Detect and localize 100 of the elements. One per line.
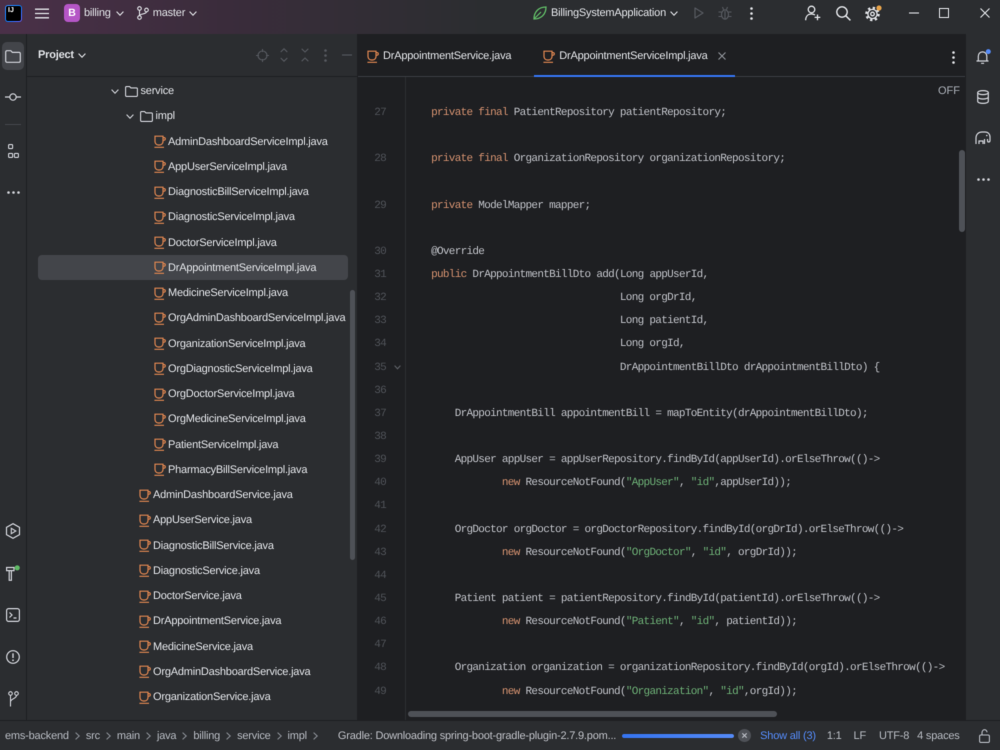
commit-icon: [5, 93, 21, 101]
breadcrumb-item[interactable]: service: [237, 730, 271, 742]
code-line: new ResourceNotFound("Organization", "id",orgId));: [502, 686, 798, 698]
minimize-icon[interactable]: [909, 12, 919, 14]
code-line: @Override: [431, 246, 484, 258]
line-separator[interactable]: LF: [854, 730, 866, 742]
tree-item[interactable]: DiagnosticBillServiceImpl.java: [154, 179, 309, 205]
chevron-down-icon: [116, 10, 124, 16]
chevron-down-icon: [670, 10, 678, 16]
tree-item[interactable]: OrgDiagnosticServiceImpl.java: [154, 356, 313, 382]
java-file-icon: [154, 160, 166, 174]
more-vertical-icon[interactable]: [750, 6, 752, 20]
tree-item[interactable]: DoctorService.java: [139, 583, 242, 609]
chevron-down-icon: [78, 52, 86, 58]
breadcrumb-item[interactable]: impl: [288, 730, 307, 742]
structure-icon: [8, 144, 18, 158]
close-icon[interactable]: [718, 52, 726, 60]
fold-chevron-icon[interactable]: [394, 365, 401, 370]
code-line: private final OrganizationRepository organizationRepository;: [431, 153, 786, 166]
tree-item[interactable]: OrgDoctorServiceImpl.java: [154, 381, 294, 407]
leaf-icon: [532, 6, 547, 20]
tool-window-button[interactable]: [2, 42, 24, 70]
java-file-icon: [139, 614, 151, 628]
add-user-icon[interactable]: [805, 5, 821, 21]
tree-item[interactable]: AdminDashboardServiceImpl.java: [154, 128, 328, 154]
tree-item[interactable]: AppUserService.java: [139, 508, 252, 533]
tree-item[interactable]: OrganizationServiceImpl.java: [154, 330, 306, 356]
tree-item[interactable]: OrgMedicineServiceImpl.java: [154, 406, 306, 432]
java-file-icon: [543, 50, 556, 62]
exclamation-circle-icon: [6, 650, 20, 664]
tree-item[interactable]: OrgAdminDashboardServiceImpl.java: [154, 306, 346, 331]
editor-tab[interactable]: DrAppointmentService.java: [358, 37, 520, 77]
java-file-icon: [154, 236, 166, 250]
tree-item[interactable]: AdminDashboardService.java: [139, 482, 293, 508]
project-selector[interactable]: B billing: [64, 4, 124, 22]
bell-icon: [975, 48, 991, 64]
tree-item[interactable]: DiagnosticServiceImpl.java: [154, 204, 295, 230]
tree-item[interactable]: DrAppointmentServiceImpl.java: [38, 255, 348, 280]
java-file-icon: [154, 135, 166, 148]
tree-item[interactable]: impl: [126, 104, 175, 129]
tree-item[interactable]: PatientServiceImpl.java: [154, 432, 278, 458]
padlock-icon[interactable]: [979, 728, 990, 742]
close-icon[interactable]: [738, 729, 752, 742]
editor-tab[interactable]: DrAppointmentServiceImpl.java: [534, 37, 735, 77]
horizontal-scrollbar[interactable]: [408, 711, 777, 717]
java-file-icon: [154, 186, 166, 199]
chevron-down-icon[interactable]: [126, 114, 134, 119]
hexagon-play-icon: [5, 523, 21, 539]
search-icon[interactable]: [836, 6, 850, 20]
java-file-icon: [154, 463, 166, 476]
tree-item[interactable]: DiagnosticService.java: [139, 558, 260, 584]
show-all-link[interactable]: Show all (3): [760, 730, 816, 742]
tree-item[interactable]: OrgAdminDashboardService.java: [139, 659, 310, 684]
tree-item[interactable]: MedicineServiceImpl.java: [154, 280, 288, 306]
chevron-right-icon: [182, 732, 188, 740]
tree-item[interactable]: DoctorServiceImpl.java: [154, 230, 277, 256]
vertical-scrollbar[interactable]: [350, 290, 355, 560]
code-line: DrAppointmentBillDto drAppointmentBillDto) {: [620, 362, 880, 374]
tree-item[interactable]: PharmacyBillServiceImpl.java: [154, 457, 308, 482]
java-file-icon: [154, 312, 166, 325]
git-branch-icon: [8, 691, 18, 707]
menu-icon[interactable]: [35, 8, 49, 18]
java-file-icon: [367, 50, 379, 62]
vertical-scrollbar[interactable]: [959, 150, 965, 232]
reader-mode-toggle[interactable]: OFF: [938, 85, 960, 97]
folder-icon: [5, 50, 21, 62]
java-file-icon: [154, 388, 166, 401]
hammer-icon: [6, 565, 20, 581]
chevron-down-icon[interactable]: [111, 88, 119, 94]
indent-setting[interactable]: 4 spaces: [917, 730, 960, 742]
cursor-position[interactable]: 1:1: [826, 730, 842, 742]
tool-window-title[interactable]: Project: [38, 49, 86, 61]
code-line: AppUser appUser = appUserRepository.findById(appUserId).orElseThrow(()->: [454, 454, 880, 466]
branch-icon: [136, 6, 149, 20]
file-encoding[interactable]: UTF-8: [878, 730, 910, 742]
code-line: new ResourceNotFound("OrgDoctor", "id", orgDrId));: [502, 546, 798, 559]
breadcrumb-item[interactable]: billing: [193, 730, 220, 742]
tree-item[interactable]: DiagnosticBillService.java: [139, 532, 274, 558]
breadcrumb-item[interactable]: ems-backend: [5, 730, 69, 742]
tree-item[interactable]: AppUserServiceImpl.java: [154, 154, 287, 180]
code-line: Organization organization = organizationRepository.findById(orgId).orElseThrow(()->: [454, 662, 944, 674]
java-file-icon: [139, 590, 151, 603]
run-configuration-selector[interactable]: BillingSystemApplication: [532, 6, 678, 20]
code-line: DrAppointmentBill appointmentBill = mapToEntity(drAppointmentBillDto);: [454, 408, 868, 420]
chevron-right-icon: [74, 732, 80, 740]
maximize-icon[interactable]: [939, 8, 949, 18]
breadcrumb-item[interactable]: java: [156, 730, 176, 742]
tree-item[interactable]: OrganizationService.java: [139, 684, 270, 710]
breadcrumb-item[interactable]: main: [116, 730, 140, 742]
java-file-icon: [154, 261, 166, 274]
breadcrumb-item[interactable]: src: [86, 730, 100, 742]
more-vertical-icon[interactable]: [952, 50, 954, 64]
tree-item[interactable]: service: [111, 78, 174, 104]
java-file-icon: [139, 539, 151, 552]
tree-item[interactable]: DrAppointmentService.java: [139, 608, 282, 634]
branch-selector[interactable]: master: [136, 6, 198, 20]
settings-icon[interactable]: [864, 4, 882, 22]
java-file-icon: [154, 362, 166, 376]
code-line: OrgDoctor orgDoctor = orgDoctorRepository.findById(orgDrId).orElseThrow(()->: [454, 524, 904, 536]
tree-item[interactable]: MedicineService.java: [139, 634, 253, 660]
